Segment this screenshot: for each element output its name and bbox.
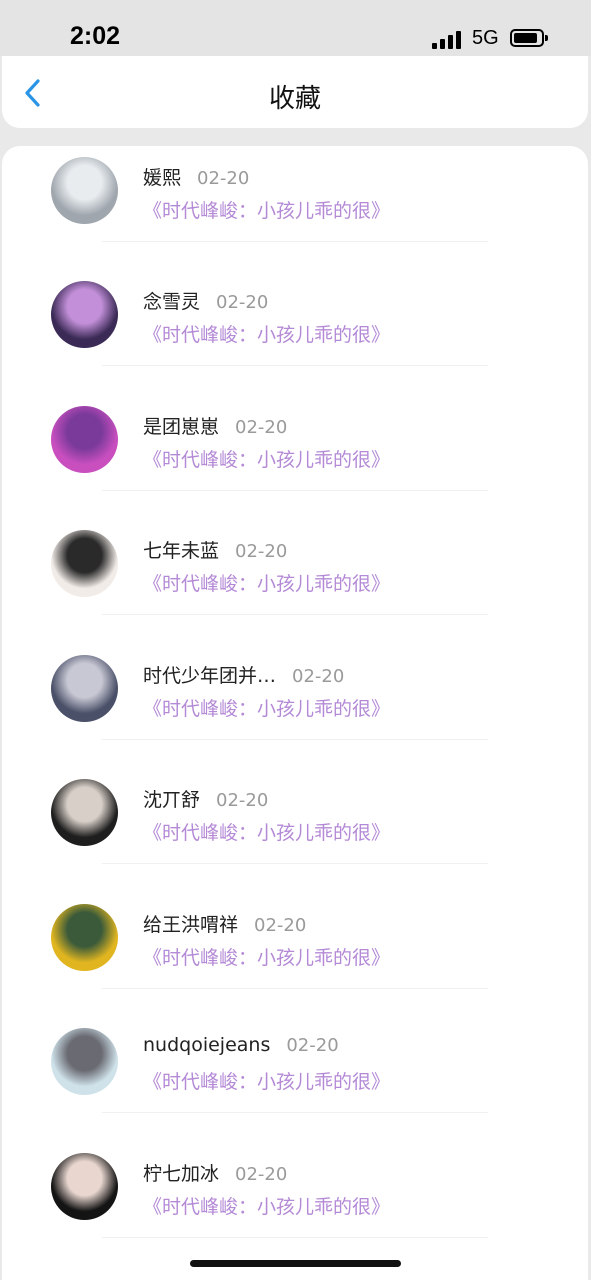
post-title-link[interactable]: 《时代峰峻：小孩儿乖的很》 [143, 1192, 390, 1219]
item-date: 02-20 [235, 541, 288, 562]
username[interactable]: 给王洪喟祥 02-20 [143, 910, 306, 937]
home-indicator[interactable] [190, 1260, 401, 1267]
item-date: 02-20 [216, 292, 269, 313]
item-date: 02-20 [197, 168, 250, 189]
username-text[interactable]: 柠七加冰 [143, 1163, 219, 1185]
nav-bar: 收藏 [2, 56, 588, 128]
list-item[interactable]: 念雪灵 02-20 《时代峰峻：小孩儿乖的很》 [2, 270, 588, 394]
signal-icon [432, 31, 464, 49]
item-date: 02-20 [292, 666, 345, 687]
divider [102, 614, 488, 615]
avatar[interactable] [51, 1153, 118, 1220]
battery-icon [510, 29, 548, 47]
username-text[interactable]: 媛熙 [143, 167, 181, 189]
list-item[interactable]: 沈丌舒 02-20 《时代峰峻：小孩儿乖的很》 [2, 768, 588, 892]
avatar[interactable] [51, 530, 118, 597]
avatar[interactable] [51, 655, 118, 722]
username[interactable]: nudqoiejeans 02-20 [143, 1034, 339, 1056]
avatar[interactable] [51, 904, 118, 971]
post-title-link[interactable]: 《时代峰峻：小孩儿乖的很》 [143, 196, 390, 223]
post-title-link[interactable]: 《时代峰峻：小孩儿乖的很》 [143, 1067, 390, 1094]
status-bar: 2:02 5G [0, 0, 591, 56]
list-item[interactable]: 媛熙 02-20 《时代峰峻：小孩儿乖的很》 [2, 146, 588, 270]
divider [102, 1237, 488, 1238]
post-title-link[interactable]: 《时代峰峻：小孩儿乖的很》 [143, 569, 390, 596]
username[interactable]: 沈丌舒 02-20 [143, 785, 268, 812]
post-title-link[interactable]: 《时代峰峻：小孩儿乖的很》 [143, 320, 390, 347]
list-item[interactable]: 是团崽崽 02-20 《时代峰峻：小孩儿乖的很》 [2, 395, 588, 519]
avatar[interactable] [51, 281, 118, 348]
username[interactable]: 念雪灵 02-20 [143, 287, 268, 314]
username-text[interactable]: 念雪灵 [143, 291, 200, 313]
item-date: 02-20 [235, 417, 288, 438]
list-item[interactable]: nudqoiejeans 02-20 《时代峰峻：小孩儿乖的很》 [2, 1017, 588, 1141]
username-text[interactable]: 时代少年团并… [143, 665, 276, 687]
post-title-link[interactable]: 《时代峰峻：小孩儿乖的很》 [143, 694, 390, 721]
avatar[interactable] [51, 779, 118, 846]
list-item[interactable]: 七年未蓝 02-20 《时代峰峻：小孩儿乖的很》 [2, 519, 588, 643]
favorites-list: 媛熙 02-20 《时代峰峻：小孩儿乖的很》 念雪灵 02-20 《时代峰峻：小孩儿乖的很… [2, 146, 588, 1280]
username[interactable]: 是团崽崽 02-20 [143, 412, 287, 439]
username[interactable]: 时代少年团并… 02-20 [143, 661, 344, 688]
username[interactable]: 七年未蓝 02-20 [143, 536, 287, 563]
divider [102, 988, 488, 989]
divider [102, 490, 488, 491]
item-date: 02-20 [254, 915, 307, 936]
username[interactable]: 柠七加冰 02-20 [143, 1159, 287, 1186]
avatar[interactable] [51, 157, 118, 224]
divider [102, 365, 488, 366]
list-item[interactable]: 柠七加冰 02-20 《时代峰峻：小孩儿乖的很》 [2, 1142, 588, 1266]
item-date: 02-20 [216, 790, 269, 811]
post-title-link[interactable]: 《时代峰峻：小孩儿乖的很》 [143, 445, 390, 472]
post-title-link[interactable]: 《时代峰峻：小孩儿乖的很》 [143, 818, 390, 845]
username-text[interactable]: 七年未蓝 [143, 540, 219, 562]
username-text[interactable]: 给王洪喟祥 [143, 914, 238, 936]
item-date: 02-20 [235, 1164, 288, 1185]
page-title: 收藏 [268, 84, 321, 114]
divider [102, 863, 488, 864]
divider [102, 739, 488, 740]
item-date: 02-20 [286, 1035, 339, 1056]
post-title-link[interactable]: 《时代峰峻：小孩儿乖的很》 [143, 943, 390, 970]
divider [102, 241, 488, 242]
network-label: 5G [472, 27, 499, 49]
avatar[interactable] [51, 406, 118, 473]
username[interactable]: 媛熙 02-20 [143, 163, 249, 190]
avatar[interactable] [51, 1028, 118, 1095]
list-item[interactable]: 时代少年团并… 02-20 《时代峰峻：小孩儿乖的很》 [2, 644, 588, 768]
list-item[interactable]: 给王洪喟祥 02-20 《时代峰峻：小孩儿乖的很》 [2, 893, 588, 1017]
username-text[interactable]: 是团崽崽 [143, 416, 219, 438]
divider [102, 1112, 488, 1113]
username-text[interactable]: nudqoiejeans [143, 1034, 270, 1056]
username-text[interactable]: 沈丌舒 [143, 789, 200, 811]
status-time: 2:02 [70, 22, 121, 50]
